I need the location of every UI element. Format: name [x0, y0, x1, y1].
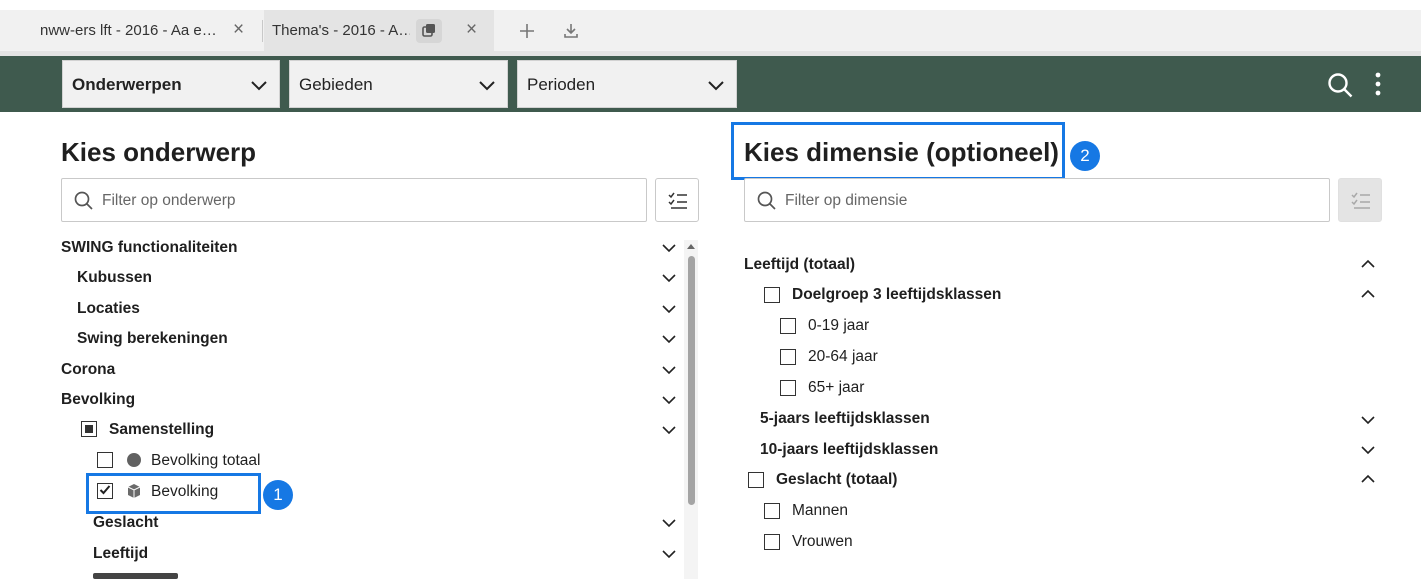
- doelgroep-checkbox[interactable]: [764, 287, 780, 303]
- perioden-dropdown[interactable]: Perioden: [517, 60, 737, 108]
- dim-item-vrouwen[interactable]: Vrouwen: [792, 533, 853, 551]
- chevron-down-icon: [708, 81, 724, 91]
- annotation-badge-1: 1: [263, 480, 293, 510]
- chevron-down-icon[interactable]: [662, 516, 676, 530]
- scroll-up-arrow-icon[interactable]: [686, 242, 696, 250]
- bevolking-totaal-checkbox[interactable]: [97, 452, 113, 468]
- browser-tab[interactable]: nww-ers lft - 2016 - Aa e… ×: [30, 10, 260, 51]
- dim-item-5-jaars[interactable]: 5-jaars leeftijdsklassen: [760, 410, 930, 428]
- chevron-down-icon: [479, 81, 495, 91]
- tree-item-partial-next: [93, 573, 178, 579]
- chevron-up-icon[interactable]: [1361, 287, 1375, 301]
- checklist-icon: [1351, 192, 1370, 209]
- chevron-down-icon: [251, 81, 267, 91]
- 20-64-jaar-checkbox[interactable]: [780, 349, 796, 365]
- chevron-down-icon[interactable]: [1361, 443, 1375, 457]
- dim-item-geslacht-totaal[interactable]: Geslacht (totaal): [776, 471, 897, 489]
- checklist-icon: [668, 192, 687, 209]
- tree-item-leeftijd[interactable]: Leeftijd: [93, 545, 148, 563]
- highlight-box-2: [731, 122, 1065, 180]
- dim-item-20-64-jaar[interactable]: 20-64 jaar: [808, 348, 878, 366]
- filter-placeholder: Filter op dimensie: [785, 192, 908, 209]
- browser-tab-title: Thema's - 2016 - A…: [272, 22, 410, 39]
- dim-item-65-plus-jaar[interactable]: 65+ jaar: [808, 379, 864, 397]
- dropdown-label: Onderwerpen: [72, 75, 182, 94]
- dim-item-mannen[interactable]: Mannen: [792, 502, 848, 520]
- tree-item-swing-berekeningen[interactable]: Swing berekeningen: [77, 330, 228, 348]
- chevron-down-icon[interactable]: [662, 241, 676, 255]
- app-header: Onderwerpen Gebieden Perioden: [0, 56, 1421, 112]
- chevron-down-icon[interactable]: [662, 271, 676, 285]
- circle-icon: [127, 453, 141, 467]
- tree-item-geslacht[interactable]: Geslacht: [93, 514, 158, 532]
- filter-dimensie-input[interactable]: Filter op dimensie: [744, 178, 1330, 222]
- dim-item-10-jaars[interactable]: 10-jaars leeftijdsklassen: [760, 441, 938, 459]
- window-top-edge: [0, 0, 1421, 10]
- samenstelling-checkbox[interactable]: [81, 421, 97, 437]
- tab-group-icon[interactable]: [416, 19, 442, 43]
- chevron-down-icon[interactable]: [662, 423, 676, 437]
- download-icon[interactable]: [558, 18, 584, 44]
- scrollbar-thumb[interactable]: [688, 256, 695, 505]
- dropdown-label: Perioden: [527, 75, 596, 94]
- tree-item-bevolking[interactable]: Bevolking: [61, 391, 135, 409]
- close-tab-icon[interactable]: ×: [466, 19, 477, 41]
- select-list-button-disabled[interactable]: [1338, 178, 1382, 222]
- filter-onderwerp-input[interactable]: Filter op onderwerp: [61, 178, 647, 222]
- chevron-down-icon[interactable]: [662, 302, 676, 316]
- kies-onderwerp-title: Kies onderwerp: [61, 137, 257, 167]
- dropdown-label: Gebieden: [299, 75, 373, 94]
- highlight-box-1: [86, 473, 261, 514]
- tree-item-bevolking-totaal[interactable]: Bevolking totaal: [151, 452, 260, 470]
- browser-tab-title: nww-ers lft - 2016 - Aa e…: [40, 22, 215, 39]
- chevron-up-icon[interactable]: [1361, 257, 1375, 271]
- search-icon: [757, 191, 776, 210]
- chevron-up-icon[interactable]: [1361, 472, 1375, 486]
- annotation-badge-2: 2: [1070, 141, 1100, 171]
- tree-item-samenstelling[interactable]: Samenstelling: [109, 421, 214, 439]
- dim-item-doelgroep[interactable]: Doelgroep 3 leeftijdsklassen: [792, 286, 1001, 304]
- 0-19-jaar-checkbox[interactable]: [780, 318, 796, 334]
- browser-tab-strip: nww-ers lft - 2016 - Aa e… × Thema's - 2…: [0, 0, 1421, 51]
- tab-separator: [262, 20, 263, 42]
- filter-placeholder: Filter op onderwerp: [102, 192, 236, 209]
- tree-item-kubussen[interactable]: Kubussen: [77, 269, 152, 287]
- new-tab-icon[interactable]: [514, 18, 540, 44]
- chevron-down-icon[interactable]: [662, 393, 676, 407]
- tree-item-corona[interactable]: Corona: [61, 361, 115, 379]
- 65-plus-jaar-checkbox[interactable]: [780, 380, 796, 396]
- browser-tab-active[interactable]: Thema's - 2016 - A… ×: [264, 10, 494, 51]
- more-menu-icon[interactable]: [1370, 71, 1386, 97]
- search-icon: [74, 191, 93, 210]
- mannen-checkbox[interactable]: [764, 503, 780, 519]
- chevron-down-icon[interactable]: [662, 547, 676, 561]
- chevron-down-icon[interactable]: [662, 363, 676, 377]
- gebieden-dropdown[interactable]: Gebieden: [289, 60, 508, 108]
- vrouwen-checkbox[interactable]: [764, 534, 780, 550]
- select-list-button[interactable]: [655, 178, 699, 222]
- dim-item-leeftijd-totaal[interactable]: Leeftijd (totaal): [744, 256, 855, 274]
- chevron-down-icon[interactable]: [662, 332, 676, 346]
- tree-item-locaties[interactable]: Locaties: [77, 300, 140, 318]
- search-icon[interactable]: [1326, 71, 1354, 99]
- close-tab-icon[interactable]: ×: [233, 19, 244, 41]
- tree-item-swing-functionaliteiten[interactable]: SWING functionaliteiten: [61, 239, 238, 257]
- chevron-down-icon[interactable]: [1361, 413, 1375, 427]
- onderwerpen-dropdown[interactable]: Onderwerpen: [62, 60, 280, 108]
- geslacht-totaal-checkbox[interactable]: [748, 472, 764, 488]
- dim-item-0-19-jaar[interactable]: 0-19 jaar: [808, 317, 869, 335]
